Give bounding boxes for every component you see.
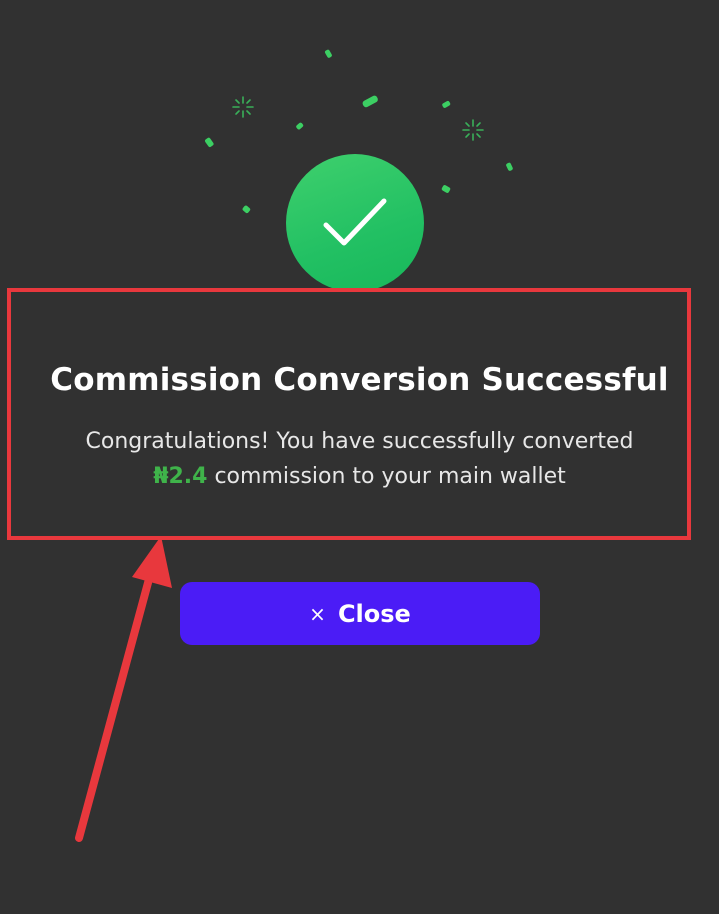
dialog-title: Commission Conversion Successful: [50, 362, 669, 398]
sparkle-icon: [232, 96, 254, 118]
converted-amount: ₦2.4: [153, 464, 208, 489]
annotation-highlight-box: [7, 288, 691, 540]
success-badge: [286, 154, 424, 292]
check-icon: [323, 198, 387, 246]
success-dialog: Commission Conversion Successful Congrat…: [0, 0, 719, 914]
close-button[interactable]: × Close: [180, 582, 540, 645]
message-suffix: commission to your main wallet: [207, 464, 566, 489]
dialog-message: Congratulations! You have successfully c…: [30, 424, 689, 494]
close-icon: ×: [309, 601, 326, 626]
message-prefix: Congratulations! You have successfully c…: [85, 429, 634, 454]
close-button-label: Close: [337, 599, 411, 628]
